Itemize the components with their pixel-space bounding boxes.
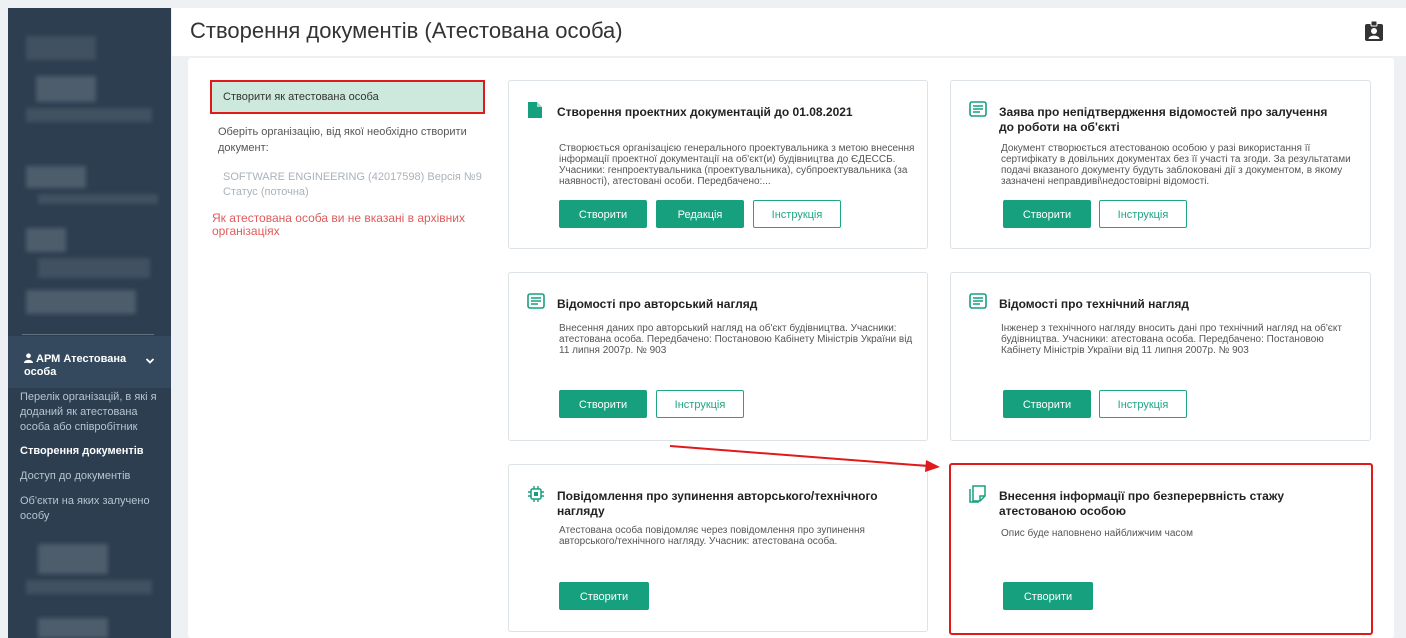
sidebar-item-objects[interactable]: Об'єкти на яких залучено особу [20,494,168,524]
arm-title: АРМ Атестована особа [24,353,134,379]
card-title: Повідомлення про зупинення авторського/т… [557,489,878,518]
card-author-supervision: Відомості про авторський нагляд Внесення… [508,272,928,441]
instruction-button[interactable]: Інструкція [656,390,744,418]
card-title: Заява про непідтвердження відомостей про… [999,105,1328,134]
edit-button[interactable]: Редакція [656,200,744,228]
blurred-menu-item[interactable] [38,258,150,278]
card-description: Документ створюється атестованою особою … [1001,143,1351,187]
page-title: Створення документів (Атестована особа) [190,18,623,43]
copy-icon [969,485,986,503]
organization-option[interactable]: SOFTWARE ENGINEERING (42017598) Версія №… [210,170,485,200]
user-icon [24,353,33,363]
file-icon [528,102,542,118]
blurred-menu-item[interactable] [26,166,86,188]
sidebar: АРМ Атестована особа Перелік організацій… [8,8,171,638]
list-icon [969,293,987,309]
organization-status: Статус (поточна) [223,186,309,198]
choose-organization-text: Оберіть організацію, від якої необхідно … [218,126,467,154]
card-description: Опис буде наповнено найближчим часом [1001,528,1193,539]
blurred-menu-item[interactable] [26,290,136,314]
card-description: Атестована особа повідомляє через повідо… [559,525,865,547]
arm-label: АРМ Атестована особа [24,353,127,378]
card-title: Відомості про технічний нагляд [999,297,1189,311]
blurred-menu-item[interactable] [38,618,108,638]
card-project-documentation: Створення проектних документацій до 01.0… [508,80,928,249]
sidebar-item-document-access[interactable]: Доступ до документів [20,469,168,484]
create-button[interactable]: Створити [1003,200,1091,228]
arm-section-toggle[interactable]: АРМ Атестована особа [8,336,171,388]
blurred-menu-item[interactable] [26,228,66,252]
card-description: Створюється організацією генерального пр… [559,143,915,187]
card-description: Внесення даних про авторський нагляд на … [559,323,913,356]
card-title: Внесення інформації про безперервність с… [999,489,1285,518]
instruction-button[interactable]: Інструкція [1099,200,1187,228]
blurred-menu-item[interactable] [26,108,152,122]
blurred-logo [26,36,96,60]
card-supervision-stop-notice: Повідомлення про зупинення авторського/т… [508,464,928,632]
create-button[interactable]: Створити [559,390,647,418]
instruction-button[interactable]: Інструкція [1099,390,1187,418]
create-button[interactable]: Створити [1003,582,1093,610]
list-icon [969,101,987,117]
organization-name: SOFTWARE ENGINEERING (42017598) Версія №… [223,171,482,183]
sidebar-item-create-documents[interactable]: Створення документів [20,444,168,459]
chip-icon [528,486,544,502]
blurred-menu-item[interactable] [38,544,108,574]
blurred-menu-item[interactable] [26,580,152,594]
create-button[interactable]: Створити [559,200,647,228]
organization-panel: Створити як атестована особа Оберіть орг… [210,80,485,238]
blurred-menu-item[interactable] [36,76,96,102]
list-icon [527,293,545,309]
sidebar-item-organizations[interactable]: Перелік організацій, в які я доданий як … [20,390,168,435]
card-title: Відомості про авторський нагляд [557,297,758,311]
sidebar-divider [22,334,154,335]
card-technical-supervision: Відомості про технічний нагляд Інженер з… [950,272,1371,441]
create-as-attested-person-tab[interactable]: Створити як атестована особа [210,80,485,114]
archive-warning: Як атестована особа ви не вказані в архі… [212,211,465,238]
instruction-button[interactable]: Інструкція [753,200,841,228]
card-title: Створення проектних документацій до 01.0… [557,105,853,119]
page-header: Створення документів (Атестована особа) [172,8,1406,56]
card-non-confirmation-statement: Заява про непідтвердження відомостей про… [950,80,1371,249]
blurred-menu-item[interactable] [38,194,158,204]
card-description: Інженер з технічного нагляду вносить дан… [1001,323,1342,356]
id-badge-icon[interactable] [1364,20,1384,42]
create-button[interactable]: Створити [1003,390,1091,418]
card-continuous-experience: Внесення інформації про безперервність с… [949,463,1373,635]
chevron-down-icon[interactable] [145,356,155,366]
create-button[interactable]: Створити [559,582,649,610]
